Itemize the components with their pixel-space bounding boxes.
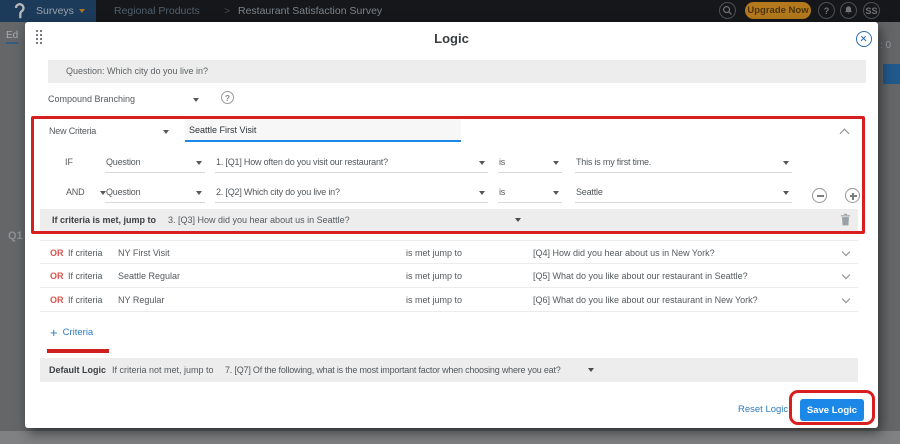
or-label: OR — [50, 271, 64, 281]
chevron-down-icon — [588, 368, 594, 372]
logic-type-dropdown[interactable]: Compound Branching — [48, 94, 135, 104]
chevron-down-icon[interactable] — [842, 295, 850, 303]
chevron-down-icon — [196, 191, 202, 195]
condition-operator-dropdown[interactable]: is — [498, 183, 562, 203]
saved-criteria-row[interactable]: OR If criteria Seattle Regular is met ju… — [40, 264, 858, 288]
jump-to-bar: If criteria is met, jump to 3. [Q3] How … — [40, 209, 858, 231]
chevron-down-icon — [479, 191, 485, 195]
met-jump-label: is met jump to — [406, 248, 462, 258]
criteria-name-input[interactable] — [185, 119, 461, 142]
condition-value-dropdown[interactable]: This is my first time. — [575, 153, 792, 173]
default-logic-dropdown[interactable]: 7. [Q7] Of the following, what is the mo… — [225, 365, 561, 375]
logic-modal: Logic Question: Which city do you live i… — [25, 22, 878, 428]
connector-label: IF — [65, 157, 73, 167]
criteria-target: [Q5] What do you like about our restaura… — [533, 271, 748, 281]
condition-type-dropdown[interactable]: Question — [105, 183, 205, 203]
met-jump-label: is met jump to — [406, 295, 462, 305]
if-criteria-label: If criteria — [68, 248, 103, 258]
add-condition-icon[interactable] — [845, 188, 860, 203]
if-criteria-label: If criteria — [68, 271, 103, 281]
question-header: Question: Which city do you live in? — [48, 60, 866, 83]
met-jump-label: is met jump to — [406, 271, 462, 281]
chevron-down-icon — [196, 161, 202, 165]
chevron-down-icon — [553, 161, 559, 165]
or-label: OR — [50, 295, 64, 305]
add-criteria-button[interactable]: + Criteria — [50, 325, 93, 340]
criteria-target: [Q6] What do you like about our restaura… — [533, 295, 758, 305]
chevron-down-icon — [193, 98, 199, 102]
condition-value-dropdown[interactable]: Seattle — [575, 183, 792, 203]
if-criteria-label: If criteria — [68, 295, 103, 305]
condition-question-dropdown[interactable]: 2. [Q2] Which city do you live in? — [215, 183, 488, 203]
plus-icon: + — [50, 325, 58, 340]
remove-condition-icon[interactable] — [812, 188, 827, 203]
criteria-name: NY First Visit — [118, 248, 170, 258]
reset-logic-link[interactable]: Reset Logic — [738, 404, 788, 415]
criteria-target: [Q4] How did you hear about us in New Yo… — [533, 248, 715, 258]
chevron-down-icon — [553, 191, 559, 195]
screen: Surveys Regional Products > Restaurant S… — [0, 0, 900, 444]
condition-operator-dropdown[interactable]: is — [498, 153, 562, 173]
criteria-name: Seattle Regular — [118, 271, 180, 281]
condition-type-dropdown[interactable]: Question — [105, 153, 205, 173]
delete-criteria-icon[interactable] — [840, 213, 851, 228]
chevron-down-icon[interactable] — [842, 248, 850, 256]
chevron-down-icon — [515, 218, 521, 222]
chevron-down-icon — [163, 130, 169, 134]
condition-question-dropdown[interactable]: 1. [Q1] How often do you visit our resta… — [215, 153, 488, 173]
default-logic-label: Default Logic — [49, 365, 106, 375]
save-logic-button[interactable]: Save Logic — [800, 399, 864, 421]
criteria-name: NY Regular — [118, 295, 164, 305]
chevron-up-icon[interactable] — [840, 129, 850, 139]
or-label: OR — [50, 248, 64, 258]
jump-to-dropdown[interactable]: 3. [Q3] How did you hear about us in Sea… — [168, 215, 350, 225]
annotation-underline-add-criteria — [47, 349, 109, 353]
saved-criteria-row[interactable]: OR If criteria NY First Visit is met jum… — [40, 240, 858, 264]
jump-to-label: If criteria is met, jump to — [52, 215, 156, 225]
chevron-down-icon[interactable] — [842, 271, 850, 279]
criteria-name-dropdown[interactable]: New Criteria — [48, 122, 172, 142]
chevron-down-icon — [783, 161, 789, 165]
connector-dropdown[interactable]: AND — [65, 183, 109, 203]
chevron-down-icon — [479, 161, 485, 165]
close-icon[interactable] — [856, 31, 872, 47]
saved-criteria-row[interactable]: OR If criteria NY Regular is met jump to… — [40, 288, 858, 312]
help-icon[interactable]: ? — [221, 91, 234, 104]
add-criteria-label: Criteria — [63, 327, 94, 338]
chevron-down-icon — [783, 191, 789, 195]
default-logic-condition: If criteria not met, jump to — [112, 365, 214, 375]
default-logic-bar: Default Logic If criteria not met, jump … — [40, 358, 858, 382]
modal-title: Logic — [25, 31, 878, 46]
